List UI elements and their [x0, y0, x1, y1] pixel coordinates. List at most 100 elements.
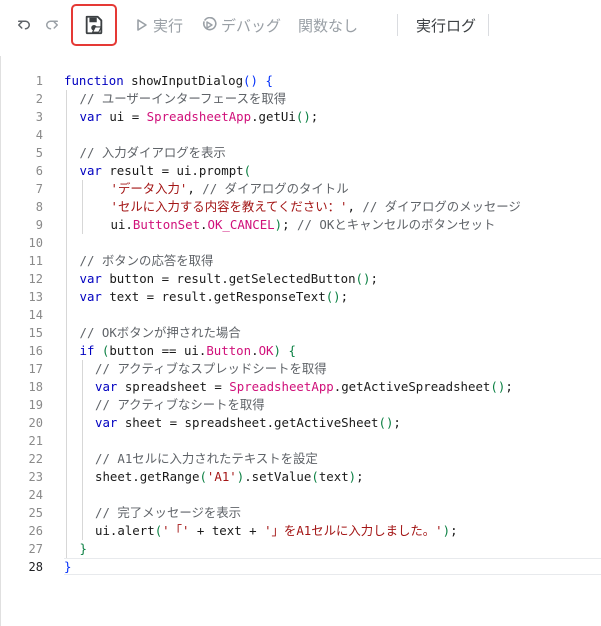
line-number: 9	[35, 218, 43, 232]
code-token: sheet.getRange	[95, 469, 200, 484]
code-editor[interactable]: 1 2 3 4 5 6 7 8 9 10 11 12 13 14 15 16 17 18 19 20 21 22 23 24 2…	[0, 56, 601, 626]
code-line[interactable]: // 完了メッセージを表示	[64, 504, 601, 522]
code-line[interactable]: sheet.getRange('A1').setValue(text);	[64, 468, 601, 486]
code-line[interactable]: var ui = SpreadsheetApp.getUi();	[64, 108, 601, 126]
code-token: .getUi	[251, 109, 296, 124]
code-token: // アクティブなシートを取得	[95, 397, 265, 412]
code-line[interactable]: // アクティブなシートを取得	[64, 396, 601, 414]
code-token: ;	[450, 523, 458, 538]
code-token: ;	[370, 271, 378, 286]
code-token: result = ui.prompt	[101, 163, 244, 178]
code-line[interactable]: var sheet = spreadsheet.getActiveSheet()…	[64, 414, 601, 432]
code-token: button = result.getSelectedButton	[101, 271, 356, 286]
line-number: 19	[28, 398, 43, 412]
code-line[interactable]	[64, 306, 601, 324]
toolbar-divider	[488, 14, 489, 36]
code-token: ;	[340, 289, 349, 304]
debug-button[interactable]: デバッグ	[201, 14, 281, 36]
code-token: SpreadsheetApp	[146, 109, 252, 124]
code-line[interactable]: }	[64, 540, 601, 558]
line-number: 12	[28, 272, 43, 286]
code-line[interactable]	[64, 486, 601, 504]
code-line[interactable]: }	[64, 558, 601, 576]
code-token: ()	[490, 379, 506, 394]
code-token: .getActiveSpreadsheet	[333, 379, 491, 394]
code-token: ()	[378, 415, 394, 430]
debug-icon	[202, 17, 217, 31]
code-line[interactable]: function showInputDialog() {	[64, 72, 601, 90]
code-token: text	[318, 469, 349, 484]
line-number: 23	[28, 470, 43, 484]
code-token: ui.alert	[95, 523, 155, 538]
undo-button[interactable]	[12, 14, 36, 36]
code-token: ;	[393, 415, 401, 430]
code-token: // OKとキャンセルのボタンセット	[297, 217, 496, 232]
line-number-gutter: 1 2 3 4 5 6 7 8 9 10 11 12 13 14 15 16 17 18 19 20 21 22 23 24 2…	[1, 72, 43, 576]
execution-log-button[interactable]: 実行ログ	[416, 14, 476, 36]
code-line[interactable]: ui.alert('「' + text + '」をA1セルに入力しました。');	[64, 522, 601, 540]
code-token: var	[79, 163, 102, 178]
code-token: text = result.getResponseText	[101, 289, 326, 304]
code-token: ()	[243, 73, 258, 88]
code-token: (	[199, 469, 207, 484]
code-token: showInputDialog	[123, 73, 244, 88]
line-number: 3	[35, 110, 43, 124]
line-number: 14	[28, 308, 43, 322]
code-line[interactable]: 'セルに入力する内容を教えてください：', // ダイアログのメッセージ	[64, 198, 601, 216]
code-token: 'データ入力'	[110, 181, 188, 196]
code-line[interactable]: var spreadsheet = SpreadsheetApp.getActi…	[64, 378, 601, 396]
toolbar-divider	[397, 14, 398, 36]
code-token: var	[79, 289, 102, 304]
function-select-label: 関数なし	[298, 17, 359, 35]
line-number: 20	[28, 416, 43, 430]
apps-script-editor-page: 実行 デバッグ 関数なし 実行ログ 1 2 3 4 5 6 7 8 9 10 11 12 13 14 15 1…	[0, 0, 601, 626]
code-line[interactable]: // ユーザーインターフェースを取得	[64, 90, 601, 108]
code-token: ,	[347, 199, 363, 214]
line-number: 4	[35, 128, 43, 142]
code-token: var	[79, 271, 102, 286]
code-token: // ダイアログのタイトル	[202, 181, 349, 196]
code-token: + text +	[189, 523, 265, 538]
function-select[interactable]: 関数なし	[298, 14, 358, 36]
execution-log-label: 実行ログ	[416, 17, 477, 35]
code-token: // ユーザーインターフェースを取得	[79, 91, 287, 106]
code-line[interactable]: // アクティブなスプレッドシートを取得	[64, 360, 601, 378]
code-line[interactable]: // A1セルに入力されたテキストを設定	[64, 450, 601, 468]
code-token: ;	[282, 217, 298, 232]
line-number: 18	[28, 380, 43, 394]
redo-button[interactable]	[40, 14, 64, 36]
line-number: 17	[28, 362, 43, 376]
code-token: '」をA1セルに入力しました。'	[264, 523, 443, 538]
code-token: }	[79, 541, 87, 556]
code-line[interactable]: // 入力ダイアログを表示	[64, 144, 601, 162]
code-token: ()	[295, 109, 311, 124]
code-line[interactable]: // ボタンの応答を取得	[64, 252, 601, 270]
code-line[interactable]: if (button == ui.Button.OK) {	[64, 342, 601, 360]
line-number: 24	[28, 488, 43, 502]
code-line[interactable]: // OKボタンが押された場合	[64, 324, 601, 342]
code-token: function	[64, 73, 124, 88]
run-button[interactable]: 実行	[135, 14, 183, 36]
code-token: )	[442, 523, 451, 538]
code-line[interactable]	[64, 432, 601, 450]
code-line[interactable]: var result = ui.prompt(	[64, 162, 601, 180]
code-token: OK_CANCEL	[207, 217, 275, 232]
code-line[interactable]	[64, 234, 601, 252]
code-token: SpreadsheetApp	[229, 379, 334, 394]
line-number: 2	[35, 92, 43, 106]
code-line[interactable]: var button = result.getSelectedButton();	[64, 270, 601, 288]
code-line[interactable]: 'データ入力', // ダイアログのタイトル	[64, 180, 601, 198]
save-project-button[interactable]	[71, 4, 117, 46]
code-token: .setValue	[244, 469, 312, 484]
code-token: .	[200, 217, 208, 232]
code-line[interactable]: ui.ButtonSet.OK_CANCEL); // OKとキャンセルのボタン…	[64, 216, 601, 234]
line-number: 22	[28, 452, 43, 466]
play-icon	[137, 19, 147, 31]
code-token: ;	[505, 379, 513, 394]
code-token: (	[311, 469, 319, 484]
code-line[interactable]: var text = result.getResponseText();	[64, 288, 601, 306]
code-line[interactable]	[64, 126, 601, 144]
code-token: ButtonSet	[132, 217, 201, 232]
code-area[interactable]: function showInputDialog() {// ユーザーインターフ…	[64, 72, 601, 576]
